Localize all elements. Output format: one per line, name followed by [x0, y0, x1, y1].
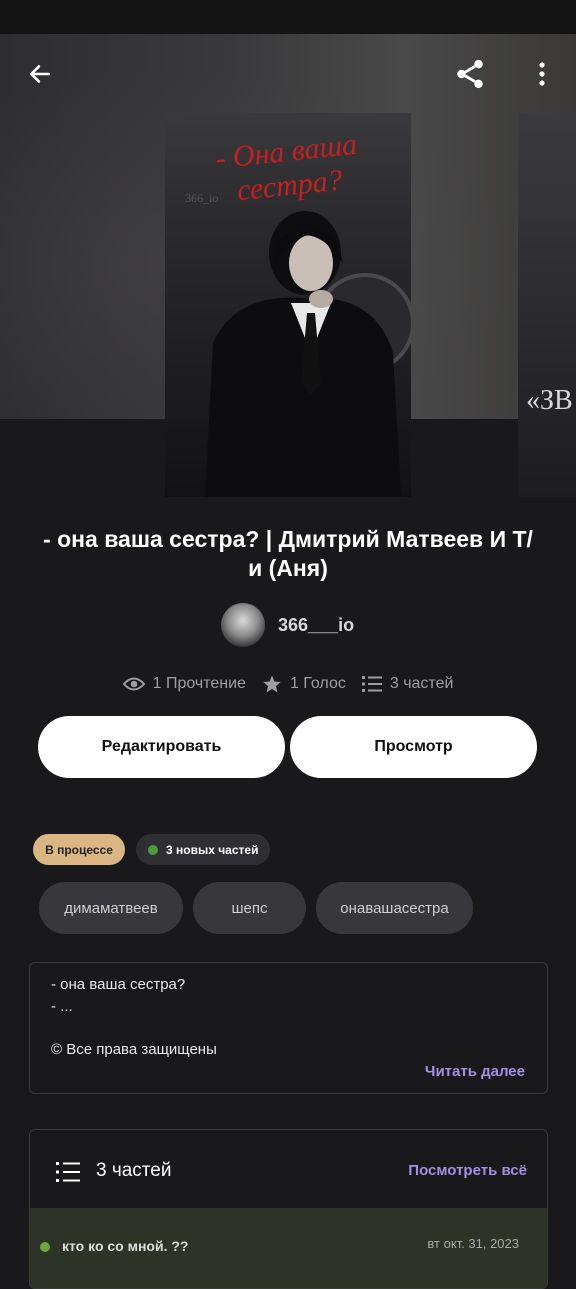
author-link[interactable]: 366___io — [221, 603, 354, 647]
tag-chip[interactable]: димаматвеев — [39, 882, 183, 934]
more-vertical-icon — [539, 62, 545, 86]
parts-card: 3 частей Посмотреть всё кто ко со мной. … — [29, 1129, 548, 1289]
parts-stat: 3 частей — [361, 675, 454, 693]
tag-chip[interactable]: онавашасестра — [316, 882, 473, 934]
description-line: - она ваша сестра? — [51, 976, 186, 993]
part-row[interactable]: кто ко со мной. ?? вт окт. 31, 2023 — [30, 1208, 547, 1288]
status-bar — [0, 0, 576, 34]
new-parts-label: 3 новых частей — [166, 842, 259, 857]
votes-count: 1 Голос — [289, 675, 346, 692]
author-name[interactable]: 366___io — [278, 615, 354, 636]
star-icon — [263, 675, 281, 693]
share-icon — [457, 59, 483, 89]
list-icon — [56, 1162, 80, 1182]
description-line: - ... — [51, 998, 73, 1015]
list-icon — [361, 676, 382, 692]
tag-chip[interactable]: шепс — [193, 882, 306, 934]
author-avatar[interactable] — [221, 603, 265, 647]
votes-stat: 1 Голос — [262, 674, 346, 694]
reads-stat: 1 Прочтение — [122, 675, 246, 693]
new-parts-badge: 3 новых частей — [136, 834, 270, 865]
read-more-link[interactable]: Читать далее — [425, 1063, 525, 1080]
parts-header: 3 частей Посмотреть всё — [30, 1130, 547, 1208]
arrow-left-icon — [30, 65, 50, 83]
new-part-dot-icon — [40, 1242, 50, 1252]
next-story-cover[interactable]: «ЗВ — [518, 113, 576, 497]
new-dot-icon — [148, 844, 158, 855]
share-button[interactable] — [450, 54, 490, 94]
parts-title: 3 частей — [96, 1160, 172, 1181]
story-stats: 1 Прочтение 1 Голос 3 частей — [0, 670, 576, 698]
description-line: © Все права защищены — [51, 1041, 217, 1058]
top-bar — [0, 44, 576, 104]
story-title: - она ваша сестра? | Дмитрий Матвеев И Т… — [43, 526, 533, 581]
story-cover[interactable]: - Она ваша сестра? 366_io — [165, 113, 411, 497]
see-all-link[interactable]: Посмотреть всё — [408, 1162, 527, 1179]
more-options-button[interactable] — [522, 54, 562, 94]
description-card: - она ваша сестра? - ... © Все права защ… — [29, 962, 548, 1094]
part-date: вт окт. 31, 2023 — [427, 1236, 519, 1251]
back-button[interactable] — [20, 54, 60, 94]
eye-icon — [122, 677, 145, 691]
status-badge: В процессе — [33, 834, 125, 865]
part-title: кто ко со мной. ?? — [62, 1238, 189, 1254]
parts-count: 3 частей — [389, 675, 454, 692]
reads-count: 1 Прочтение — [152, 675, 246, 692]
cover-figure — [205, 211, 411, 497]
next-cover-text: «ЗВ — [526, 385, 573, 416]
preview-button[interactable]: Просмотр — [290, 716, 537, 778]
edit-button[interactable]: Редактировать — [38, 716, 285, 778]
